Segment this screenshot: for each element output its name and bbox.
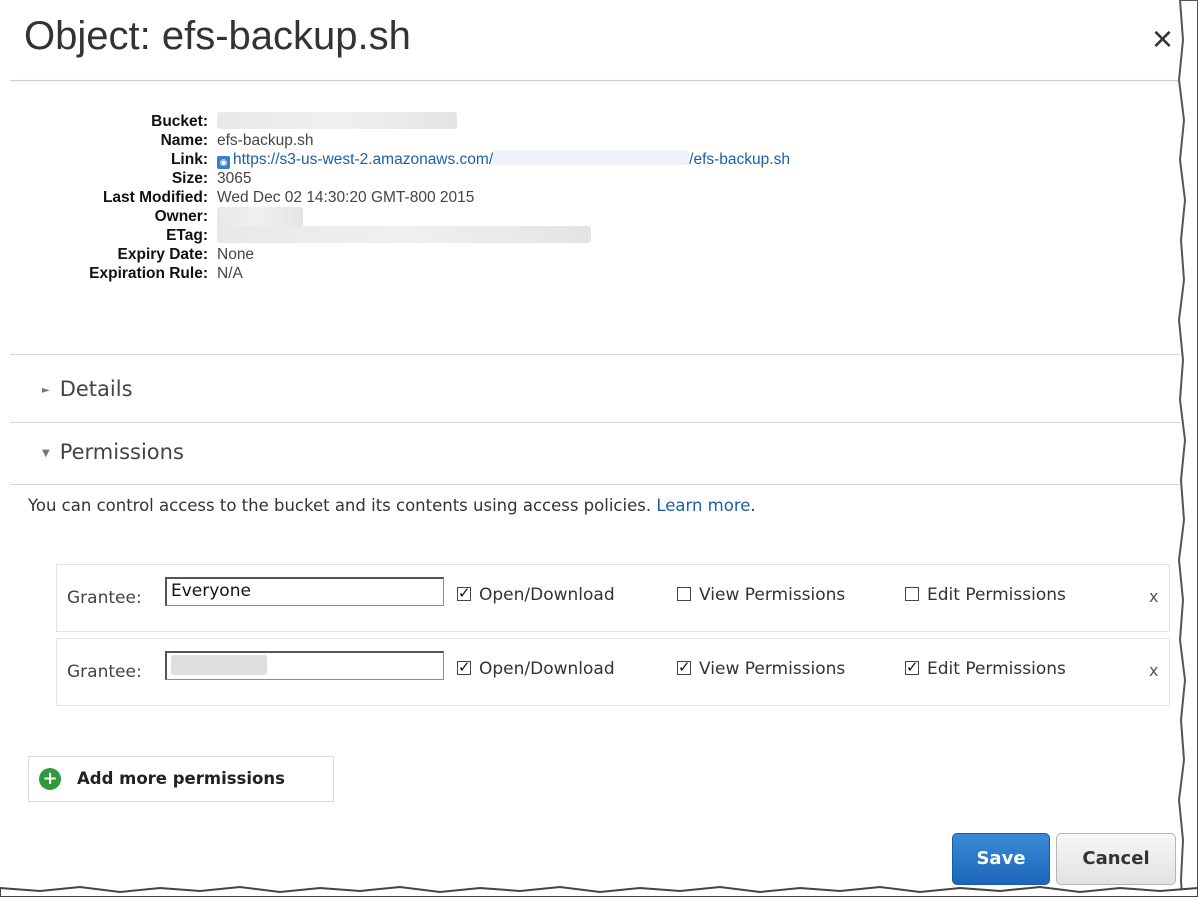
object-link[interactable]: ◉ https://s3-us-west-2.amazonaws.com/ /efs…	[217, 150, 790, 169]
section-title: Permissions	[59, 440, 184, 464]
add-plus-icon: +	[39, 768, 61, 790]
permissions-intro: You can control access to the bucket and…	[28, 496, 756, 515]
property-row-last-modified: Last Modified: Wed Dec 02 14:30:20 GMT-8…	[16, 188, 790, 207]
property-row-expiration-rule: Expiration Rule: N/A	[16, 264, 790, 283]
property-value	[217, 112, 457, 131]
remove-grantee-button[interactable]: x	[1149, 661, 1158, 680]
property-value: 3065	[217, 170, 252, 187]
intro-text: You can control access to the bucket and…	[28, 496, 652, 515]
property-key: ETag:	[166, 227, 208, 244]
checkbox-label: View Permissions	[699, 585, 846, 605]
grantee-label: Grantee:	[67, 588, 142, 608]
property-row-etag: ETag:	[16, 226, 790, 245]
add-more-label: Add more permissions	[77, 769, 285, 788]
property-key: Expiration Rule:	[89, 265, 208, 282]
edit-permissions-checkbox[interactable]: Edit Permissions	[905, 585, 1066, 605]
property-key: Expiry Date:	[117, 246, 208, 263]
header-divider	[10, 80, 1180, 81]
grantee-input[interactable]	[165, 651, 444, 680]
checkbox-label: View Permissions	[699, 659, 846, 679]
property-value: efs-backup.sh	[217, 132, 314, 149]
object-properties: Bucket: Name: efs-backup.sh Link: ◉ https…	[16, 112, 790, 283]
checkbox-checked[interactable]	[905, 658, 919, 676]
dialog-title: Object: efs-backup.sh	[24, 14, 411, 58]
property-value	[217, 226, 591, 245]
edit-permissions-checkbox[interactable]: Edit Permissions	[905, 658, 1066, 679]
rss-feed-icon: ◉	[217, 156, 230, 169]
property-value: N/A	[217, 265, 243, 282]
save-button[interactable]: Save	[952, 833, 1050, 885]
caret-right-icon: ►	[42, 385, 50, 396]
property-value: Wed Dec 02 14:30:20 GMT-800 2015	[217, 189, 475, 206]
close-icon[interactable]: ×	[1152, 18, 1173, 60]
property-row-link: Link: ◉ https://s3-us-west-2.amazonaws.co…	[16, 150, 790, 169]
property-key: Bucket:	[151, 113, 208, 130]
permissions-section-toggle[interactable]: ▼ Permissions	[42, 440, 184, 464]
add-more-permissions-button[interactable]: + Add more permissions	[28, 756, 334, 802]
divider	[10, 484, 1180, 485]
caret-down-icon: ▼	[42, 448, 50, 459]
redacted-value	[217, 226, 591, 243]
property-key: Size:	[171, 170, 208, 187]
redacted-value	[493, 150, 690, 165]
torn-edge-bottom	[0, 885, 1198, 897]
property-key: Last Modified:	[102, 189, 208, 206]
property-row-name: Name: efs-backup.sh	[16, 131, 790, 150]
property-value: None	[217, 246, 255, 263]
section-title: Details	[59, 377, 133, 401]
grantee-row: Grantee: Open/Download View Permissions …	[56, 638, 1170, 706]
remove-grantee-button[interactable]: x	[1149, 587, 1158, 606]
redacted-value	[217, 112, 457, 129]
property-value	[217, 207, 303, 231]
property-row-expiry-date: Expiry Date: None	[16, 245, 790, 264]
checkbox-label: Edit Permissions	[927, 585, 1066, 605]
cancel-button[interactable]: Cancel	[1056, 833, 1176, 885]
checkbox-label: Open/Download	[479, 585, 615, 605]
torn-edge-right	[1177, 0, 1198, 897]
checkbox-checked[interactable]	[677, 658, 691, 676]
checkbox-label: Open/Download	[479, 659, 615, 679]
dialog-header: Object: efs-backup.sh ×	[10, 0, 1180, 80]
open-download-checkbox[interactable]: Open/Download	[457, 658, 615, 679]
property-key: Name:	[160, 132, 208, 149]
redacted-value	[171, 655, 267, 675]
checkbox-unchecked[interactable]	[905, 587, 919, 601]
property-key: Owner:	[154, 208, 208, 225]
learn-more-link[interactable]: Learn more	[656, 496, 750, 515]
checkbox-checked[interactable]	[457, 584, 471, 602]
checkbox-label: Edit Permissions	[927, 659, 1066, 679]
link-prefix[interactable]: https://s3-us-west-2.amazonaws.com/	[233, 151, 493, 168]
link-suffix[interactable]: /efs-backup.sh	[689, 151, 790, 168]
view-permissions-checkbox[interactable]: View Permissions	[677, 585, 845, 605]
details-section-toggle[interactable]: ► Details	[42, 377, 133, 401]
property-row-owner: Owner:	[16, 207, 790, 231]
property-row-size: Size: 3065	[16, 169, 790, 188]
view-permissions-checkbox[interactable]: View Permissions	[677, 658, 846, 679]
property-key: Link:	[170, 151, 208, 168]
checkbox-checked[interactable]	[457, 658, 471, 676]
grantee-input[interactable]: Everyone	[165, 577, 444, 606]
intro-period: .	[750, 496, 756, 515]
open-download-checkbox[interactable]: Open/Download	[457, 584, 615, 605]
grantee-label: Grantee:	[67, 662, 142, 682]
property-row-bucket: Bucket:	[16, 112, 790, 131]
grantee-row: Grantee: Everyone Open/Download View Per…	[56, 564, 1170, 632]
divider	[10, 422, 1180, 423]
checkbox-unchecked[interactable]	[677, 587, 691, 601]
divider	[10, 354, 1180, 355]
